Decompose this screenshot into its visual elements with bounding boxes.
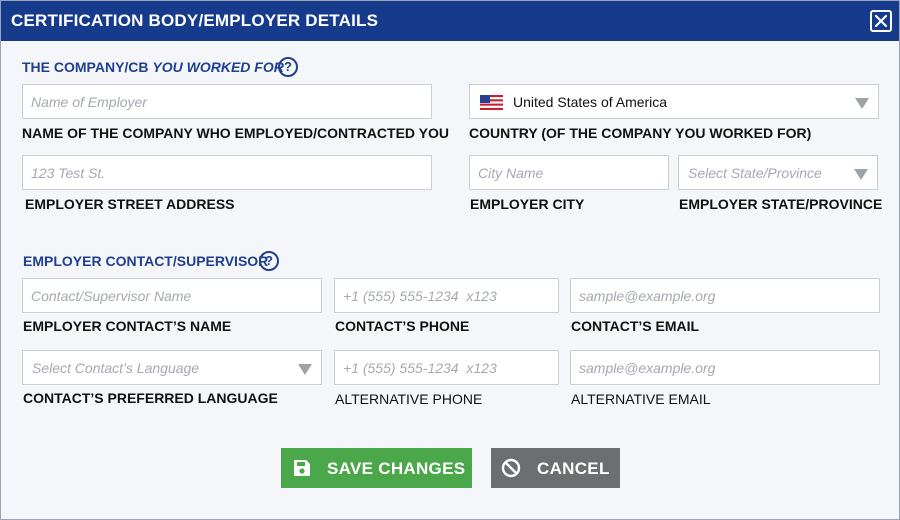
chevron-down-icon xyxy=(854,169,868,180)
city-input[interactable] xyxy=(469,155,669,190)
help-icon-contact[interactable]: ? xyxy=(259,251,279,271)
contact-language-placeholder: Select Contact’s Language xyxy=(32,360,200,376)
help-icon-company[interactable]: ? xyxy=(278,57,298,77)
country-select[interactable]: United States of America xyxy=(469,84,879,119)
contact-email-label: CONTACT’S EMAIL xyxy=(571,318,700,334)
state-select[interactable]: Select State/Province xyxy=(678,155,878,190)
alternative-email-label: ALTERNATIVE EMAIL xyxy=(571,391,711,407)
chevron-down-icon xyxy=(855,98,869,109)
employer-name-input[interactable] xyxy=(22,84,432,119)
contact-name-input[interactable] xyxy=(22,278,322,313)
employer-name-label: NAME OF THE COMPANY WHO EMPLOYED/CONTRAC… xyxy=(22,125,450,141)
country-select-value: United States of America xyxy=(513,94,668,110)
country-label: COUNTRY (OF THE COMPANY YOU WORKED FOR) xyxy=(469,125,812,141)
contact-language-select[interactable]: Select Contact’s Language xyxy=(22,350,322,385)
contact-email-input[interactable] xyxy=(570,278,880,313)
alternative-email-input[interactable] xyxy=(570,350,880,385)
section-title-contact: EMPLOYER CONTACT/SUPERVISOR xyxy=(23,253,269,269)
save-icon xyxy=(294,460,310,476)
close-button[interactable] xyxy=(870,10,892,32)
dialog-title-bar: CERTIFICATION BODY/EMPLOYER DETAILS xyxy=(1,1,899,41)
save-changes-button[interactable]: SAVE CHANGES xyxy=(281,448,472,488)
contact-phone-input[interactable] xyxy=(334,278,559,313)
cancel-icon xyxy=(501,458,521,478)
contact-phone-label: CONTACT’S PHONE xyxy=(335,318,470,334)
contact-language-label: CONTACT’S PREFERRED LANGUAGE xyxy=(23,390,278,406)
street-address-input[interactable] xyxy=(22,155,432,190)
state-label: EMPLOYER STATE/PROVINCE xyxy=(679,196,883,212)
dialog-title: CERTIFICATION BODY/EMPLOYER DETAILS xyxy=(11,11,379,30)
section-title-company-emphasis: YOU WORKED FOR xyxy=(152,59,284,75)
contact-name-label: EMPLOYER CONTACT’S NAME xyxy=(23,318,232,334)
employer-details-dialog: CERTIFICATION BODY/EMPLOYER DETAILS THE … xyxy=(0,0,900,520)
save-changes-label: SAVE CHANGES xyxy=(327,459,466,478)
chevron-down-icon xyxy=(298,364,312,375)
section-title-company: THE COMPANY/CB YOU WORKED FOR xyxy=(22,59,284,75)
alternative-phone-input[interactable] xyxy=(334,350,559,385)
close-icon xyxy=(874,14,888,28)
cancel-label: CANCEL xyxy=(537,459,610,478)
us-flag-icon xyxy=(480,95,503,110)
state-select-placeholder: Select State/Province xyxy=(688,165,822,181)
city-label: EMPLOYER CITY xyxy=(470,196,585,212)
cancel-button[interactable]: CANCEL xyxy=(491,448,620,488)
alternative-phone-label: ALTERNATIVE PHONE xyxy=(335,391,483,407)
section-title-company-prefix: THE COMPANY/CB xyxy=(22,59,153,75)
street-address-label: EMPLOYER STREET ADDRESS xyxy=(25,196,235,212)
